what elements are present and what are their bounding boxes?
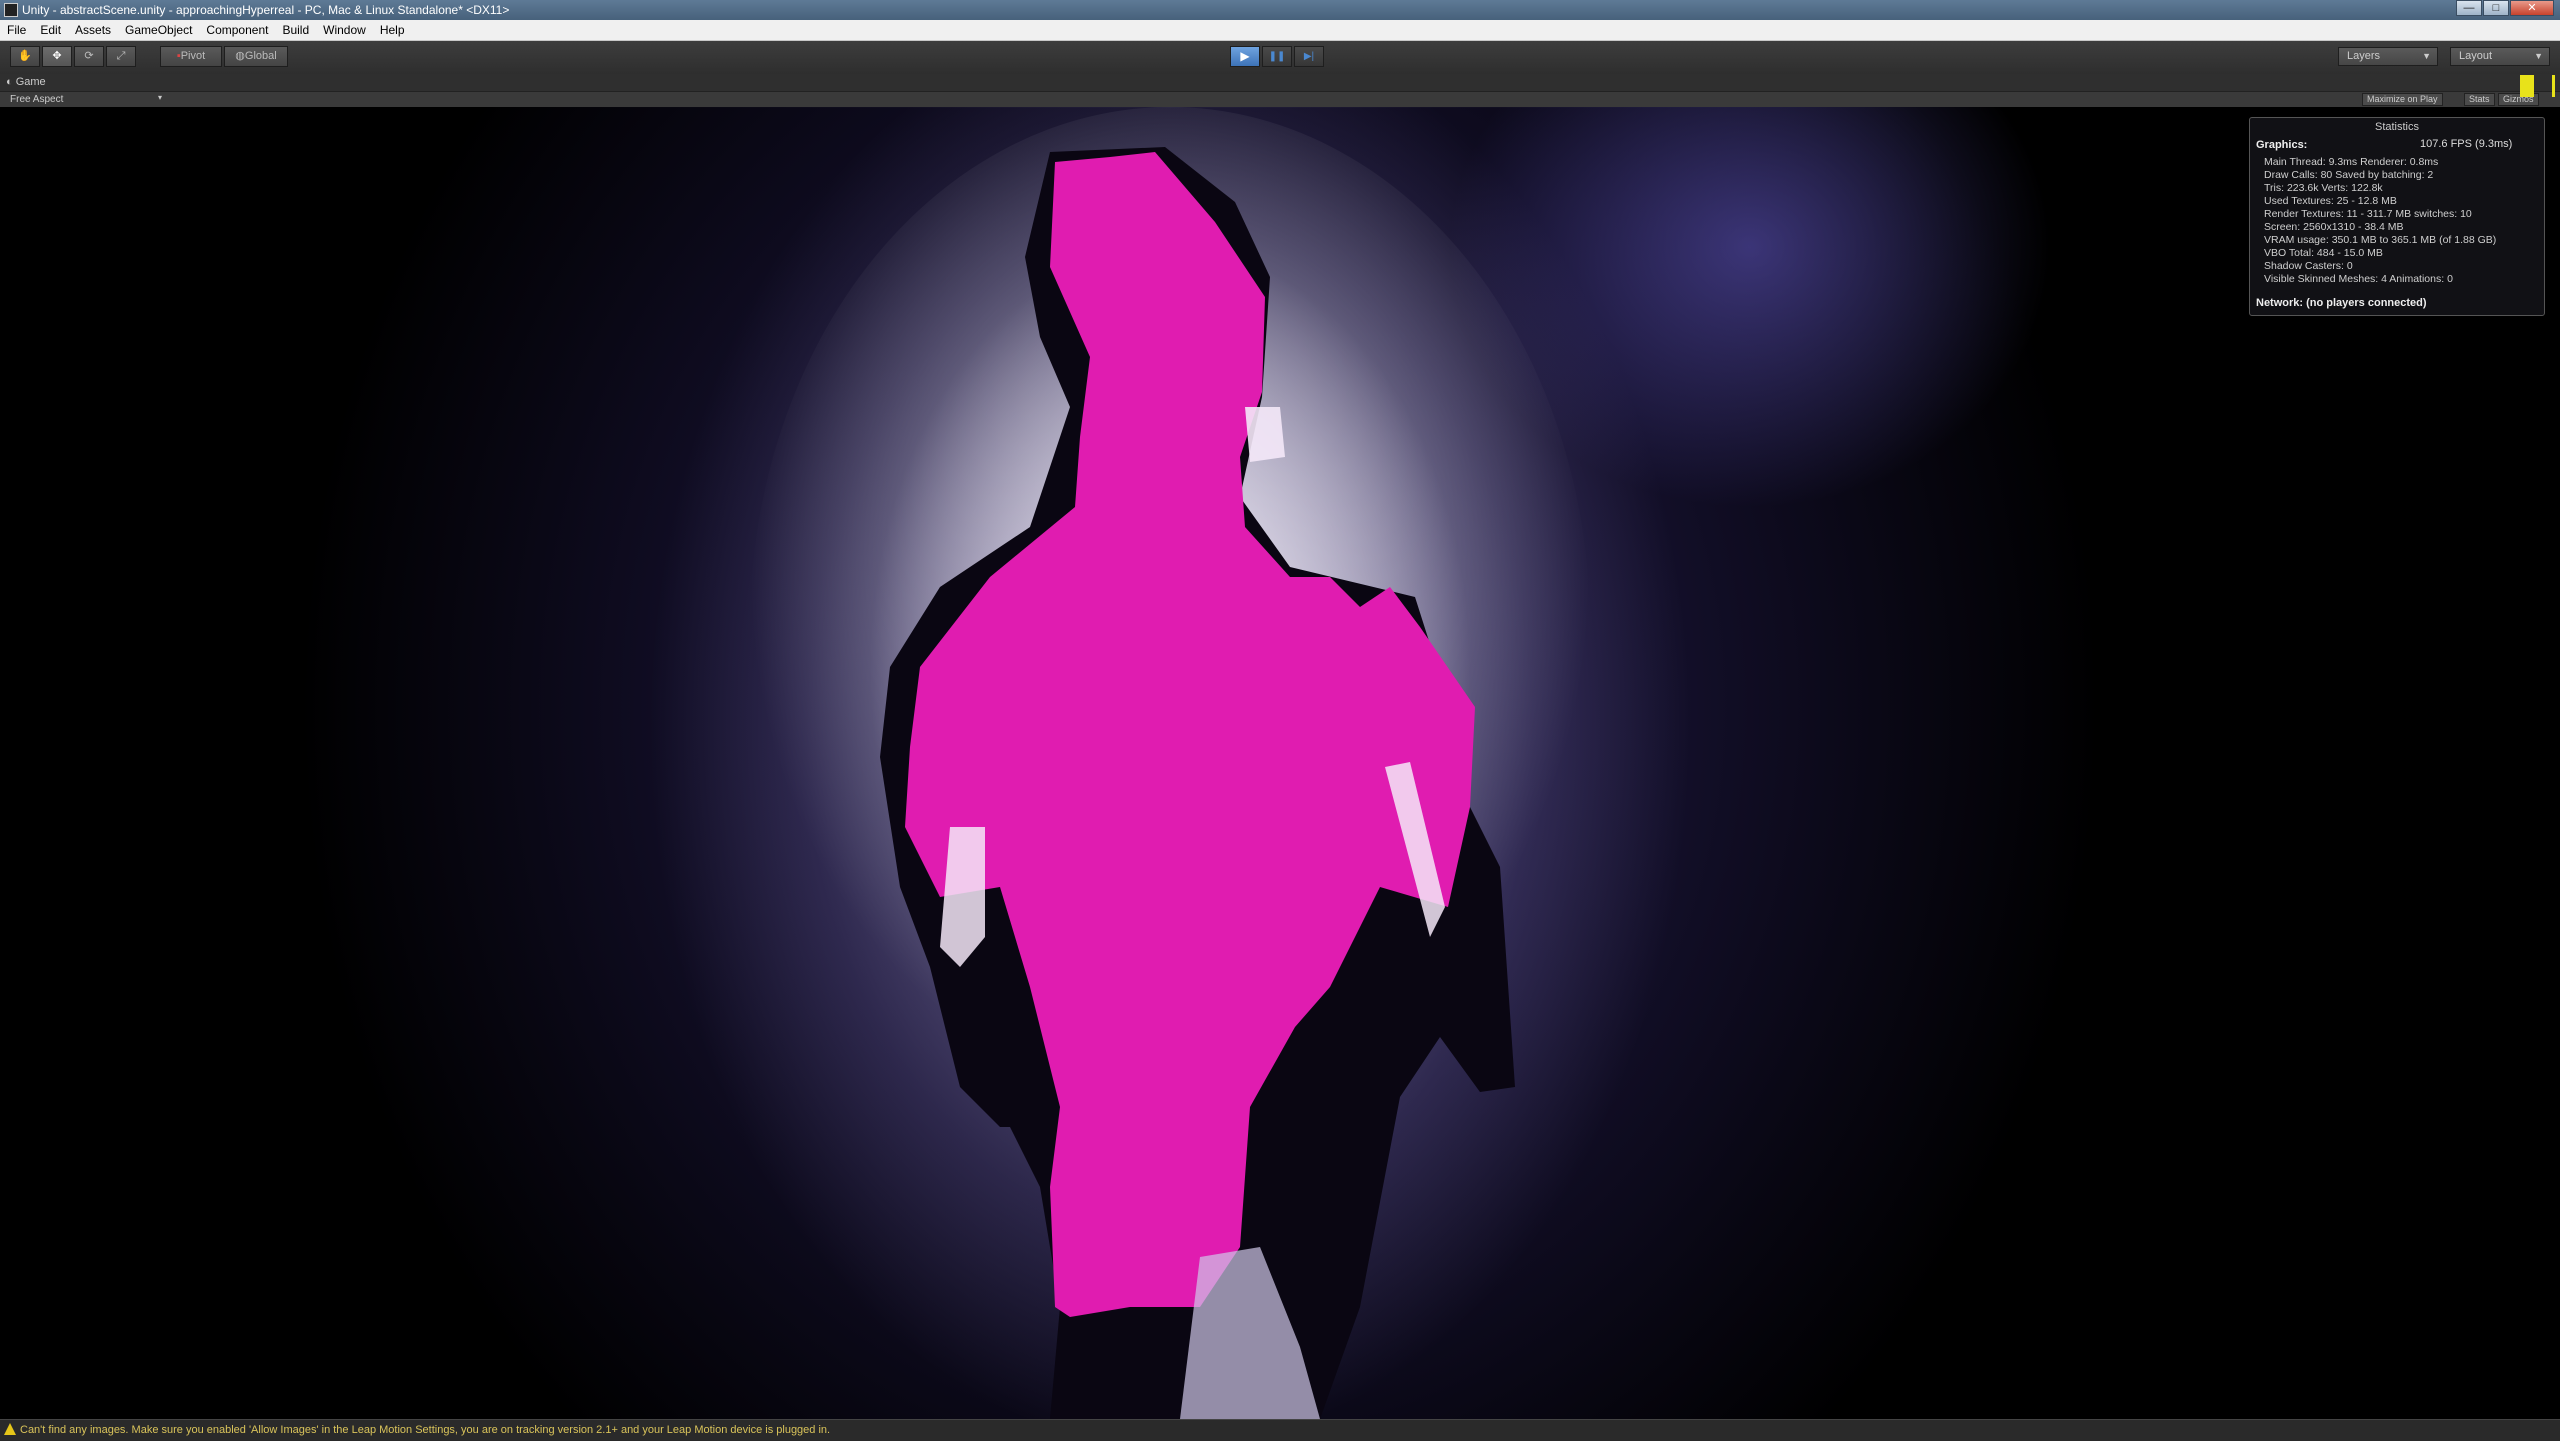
game-tab-icon: ◐ (6, 76, 13, 88)
scale-icon: ⤢ (116, 50, 126, 62)
chevron-down-icon: ▾ (158, 93, 163, 102)
game-view-header: ◐ Game Free Aspect ▾ Maximize on Play St… (0, 74, 2560, 108)
close-button[interactable]: ✕ (2510, 0, 2554, 16)
menu-edit[interactable]: Edit (33, 20, 68, 40)
statistics-title: Statistics (2374, 121, 2419, 133)
menu-window[interactable]: Window (316, 20, 373, 40)
rotate-tool-button[interactable]: ⟳ (74, 46, 104, 67)
stat-line: VRAM usage: 350.1 MB to 365.1 MB (of 1.8… (2264, 234, 2497, 246)
global-icon: ◍ (235, 50, 245, 62)
status-bar[interactable]: Can't find any images. Make sure you ena… (0, 1419, 2560, 1441)
layout-dropdown[interactable]: Layout ▼ (2450, 47, 2550, 66)
menu-build[interactable]: Build (275, 20, 316, 40)
stat-line: Tris: 223.6k Verts: 122.8k (2264, 182, 2383, 194)
stat-line: Render Textures: 11 - 311.7 MB switches:… (2264, 208, 2472, 220)
statistics-panel: Statistics Graphics: 107.6 FPS (9.3ms) M… (2249, 117, 2545, 316)
move-tool-button[interactable]: ✥ (42, 46, 72, 67)
layers-dropdown[interactable]: Layers ▼ (2338, 47, 2438, 66)
stat-line: Visible Skinned Meshes: 4 Animations: 0 (2264, 273, 2453, 285)
layout-label: Layout (2459, 50, 2493, 62)
pivot-label: Pivot (180, 50, 206, 62)
pause-button[interactable]: ❚❚ (1262, 46, 1292, 67)
network-status: Network: (no players connected) (2256, 297, 2427, 309)
fps-value: 107.6 FPS (9.3ms) (2420, 138, 2513, 150)
menu-help[interactable]: Help (373, 20, 412, 40)
hand-tool-button[interactable]: ✋ (10, 46, 40, 67)
window-controls: — □ ✕ (2455, 0, 2554, 18)
global-label: Global (244, 50, 277, 62)
chevron-down-icon: ▼ (2534, 51, 2543, 61)
yellow-marker-icon (2552, 75, 2555, 97)
aspect-dropdown[interactable]: Free Aspect (10, 94, 63, 105)
step-button[interactable]: ▶| (1294, 46, 1324, 67)
minimize-button[interactable]: — (2456, 0, 2482, 16)
menu-component[interactable]: Component (199, 20, 275, 40)
menu-file[interactable]: File (0, 20, 33, 40)
maximize-on-play-toggle[interactable]: Maximize on Play (2362, 93, 2443, 106)
stat-line: Shadow Casters: 0 (2264, 260, 2353, 272)
layers-label: Layers (2347, 50, 2381, 62)
menu-bar: File Edit Assets GameObject Component Build Wi… (0, 20, 2560, 41)
main-toolbar: ✋ ✥ ⟳ ⤢ ▪Pivot ◍Global ▶ ❚❚ ▶| Layers ▼ … (0, 41, 2560, 75)
game-scene-figure (750, 107, 1590, 1419)
stat-line: Draw Calls: 80 Saved by batching: 2 (2264, 169, 2434, 181)
tab-game[interactable]: ◐ Game (6, 76, 46, 92)
pivot-toggle[interactable]: ▪Pivot (160, 46, 222, 67)
stat-line: VBO Total: 484 - 15.0 MB (2264, 247, 2383, 259)
move-icon: ✥ (52, 50, 62, 62)
game-view-toolbar: Free Aspect ▾ Maximize on Play Stats Giz… (0, 91, 2560, 108)
unity-app-icon (4, 3, 18, 17)
figure-highlight-shape (1245, 407, 1285, 462)
graphics-label: Graphics: (2256, 139, 2308, 151)
play-button[interactable]: ▶ (1230, 46, 1260, 67)
stat-line: Used Textures: 25 - 12.8 MB (2264, 195, 2397, 207)
window-title: Unity - abstractScene.unity - approachin… (22, 3, 510, 17)
window-title-bar: Unity - abstractScene.unity - approachin… (0, 0, 2560, 20)
game-viewport[interactable]: Statistics Graphics: 107.6 FPS (9.3ms) M… (0, 107, 2560, 1419)
hand-icon: ✋ (18, 50, 32, 62)
rotate-icon: ⟳ (84, 50, 94, 62)
stat-line: Main Thread: 9.3ms Renderer: 0.8ms (2264, 156, 2439, 168)
chevron-down-icon: ▼ (2422, 51, 2431, 61)
status-message: Can't find any images. Make sure you ena… (20, 1424, 831, 1436)
yellow-marker-icon (2520, 75, 2534, 97)
warning-icon (4, 1423, 16, 1435)
scale-tool-button[interactable]: ⤢ (106, 46, 136, 67)
maximize-button[interactable]: □ (2483, 0, 2509, 16)
stats-toggle[interactable]: Stats (2464, 93, 2495, 106)
global-toggle[interactable]: ◍Global (224, 46, 288, 67)
stat-line: Screen: 2560x1310 - 38.4 MB (2264, 221, 2404, 233)
game-tab-label: Game (15, 76, 46, 88)
menu-assets[interactable]: Assets (68, 20, 118, 40)
menu-gameobject[interactable]: GameObject (118, 20, 199, 40)
